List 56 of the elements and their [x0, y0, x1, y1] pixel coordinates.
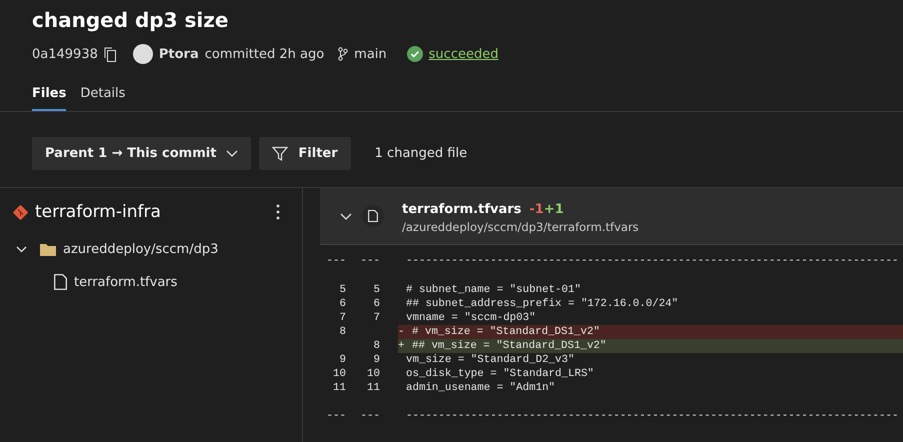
new-line-number: --- — [360, 254, 380, 268]
deletion-count: -1 — [529, 202, 544, 217]
new-line-number: 9 — [372, 353, 380, 367]
code-line: vm_size = "Standard_D2_v3" — [405, 353, 576, 367]
copy-icon[interactable] — [104, 46, 117, 62]
code-line: vmname = "sccm-dp03" — [405, 311, 537, 325]
repository-name: terraform-infra — [35, 202, 161, 222]
funnel-icon — [272, 146, 288, 162]
more-options-icon[interactable] — [276, 204, 280, 220]
file-path: /azureddeploy/sccm/dp3/terraform.tfvars — [402, 220, 639, 234]
check-circle-icon — [406, 46, 423, 62]
old-line-number: 10 — [332, 367, 346, 381]
status-link[interactable]: succeeded — [428, 46, 498, 62]
old-line-number: 9 — [338, 353, 346, 367]
folder-tree-item[interactable]: azureddeploy/sccm/dp3 — [16, 242, 302, 257]
commit-title: changed dp3 size — [32, 8, 228, 32]
old-line-number: 7 — [338, 311, 346, 325]
old-line-number: 8 — [338, 325, 346, 339]
branch-name[interactable]: main — [354, 46, 387, 62]
code-line: admin_usename = "Adm1n" — [405, 381, 556, 395]
branch-icon — [338, 47, 348, 61]
old-line-number: --- — [326, 409, 346, 423]
avatar-icon — [132, 44, 153, 64]
new-line-number: 6 — [372, 297, 380, 311]
chevron-down-icon[interactable] — [16, 246, 27, 253]
author-name: Ptora — [158, 46, 199, 62]
filter-button[interactable]: Filter — [259, 137, 351, 170]
commit-time: committed 2h ago — [204, 46, 324, 62]
chevron-down-icon[interactable] — [340, 212, 352, 220]
code-line: ## subnet_address_prefix = "172.16.0.0/24" — [405, 297, 680, 311]
hunk-separator: ---------------------------------------------------------------------------- — [405, 409, 900, 423]
old-line-number: 11 — [332, 381, 346, 395]
folder-icon — [40, 243, 56, 256]
new-line-number: --- — [360, 409, 380, 423]
code-line: # subnet_name = "subnet-01" — [405, 283, 582, 297]
file-icon — [54, 274, 67, 290]
file-tree-item[interactable]: terraform.tfvars — [54, 274, 302, 290]
old-line-number: --- — [326, 254, 346, 268]
hunk-separator: ---------------------------------------------------------------------------- — [405, 254, 900, 268]
changed-file-count: 1 changed file — [374, 146, 468, 161]
new-line-number: 11 — [366, 381, 380, 395]
tab[interactable]: Files — [32, 86, 66, 111]
commit-hash: 0a149938 — [32, 46, 98, 62]
new-line-number: 8 — [372, 339, 380, 353]
code-line: os_disk_type = "Standard_LRS" — [405, 367, 595, 381]
file-icon — [362, 205, 384, 227]
new-line-number: 5 — [372, 283, 380, 297]
file-name: terraform.tfvars — [402, 202, 522, 217]
chevron-down-icon — [226, 150, 238, 157]
old-line-number: 5 — [338, 283, 346, 297]
new-line-number: 10 — [366, 367, 380, 381]
addition-count: +1 — [544, 202, 564, 217]
compare-dropdown[interactable]: Parent 1 → This commit — [32, 137, 252, 170]
new-line-number: 7 — [372, 311, 380, 325]
tab[interactable]: Details — [80, 86, 126, 111]
old-line-number: 6 — [338, 297, 346, 311]
